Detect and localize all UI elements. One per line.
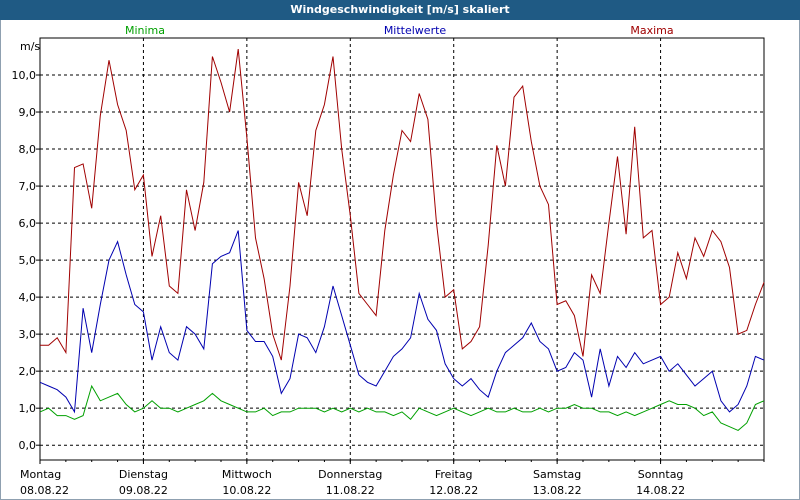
y-tick-label: 9,0 [19, 106, 37, 119]
legend-mittelwerte: Mittelwerte [384, 24, 447, 37]
y-tick-label: 10,0 [12, 69, 37, 82]
y-tick-label: 7,0 [19, 180, 37, 193]
y-tick-label: 1,0 [19, 402, 37, 415]
y-tick-label: 3,0 [19, 328, 37, 341]
x-tick-day-label: Dienstag [119, 468, 168, 481]
y-tick-label: 6,0 [19, 217, 37, 230]
x-tick-date-label: 08.08.22 [20, 484, 69, 497]
y-tick-label: 4,0 [19, 291, 37, 304]
x-tick-day-label: Sonntag [638, 468, 684, 481]
y-tick-label: 8,0 [19, 143, 37, 156]
y-tick-label: 2,0 [19, 365, 37, 378]
x-tick-date-label: 09.08.22 [119, 484, 168, 497]
x-tick-date-label: 10.08.22 [222, 484, 271, 497]
legend-minima: Minima [125, 24, 165, 37]
legend-maxima: Maxima [630, 24, 673, 37]
x-tick-day-label: Samstag [533, 468, 581, 481]
x-tick-date-label: 12.08.22 [429, 484, 478, 497]
chart-canvas: 0,0 1,0 2,0 3,0 4,0 5,0 6,0 7,0 8,0 9,0 10,0 Montag… [12, 24, 765, 497]
x-tick-date-label: 13.08.22 [533, 484, 582, 497]
y-tick-label: 5,0 [19, 254, 37, 267]
legend: Minima Mittelwerte Maxima [125, 24, 674, 37]
x-tick-day-label: Montag [20, 468, 61, 481]
x-tick-date-label: 11.08.22 [326, 484, 375, 497]
y-tick-label: 0,0 [19, 439, 37, 452]
y-axis-label: m/s [20, 40, 40, 53]
x-tick-day-label: Donnerstag [318, 468, 382, 481]
x-tick-day-label: Freitag [435, 468, 473, 481]
x-tick-date-label: 14.08.22 [636, 484, 685, 497]
plot-area [39, 37, 765, 461]
x-tick-day-label: Mittwoch [222, 468, 272, 481]
